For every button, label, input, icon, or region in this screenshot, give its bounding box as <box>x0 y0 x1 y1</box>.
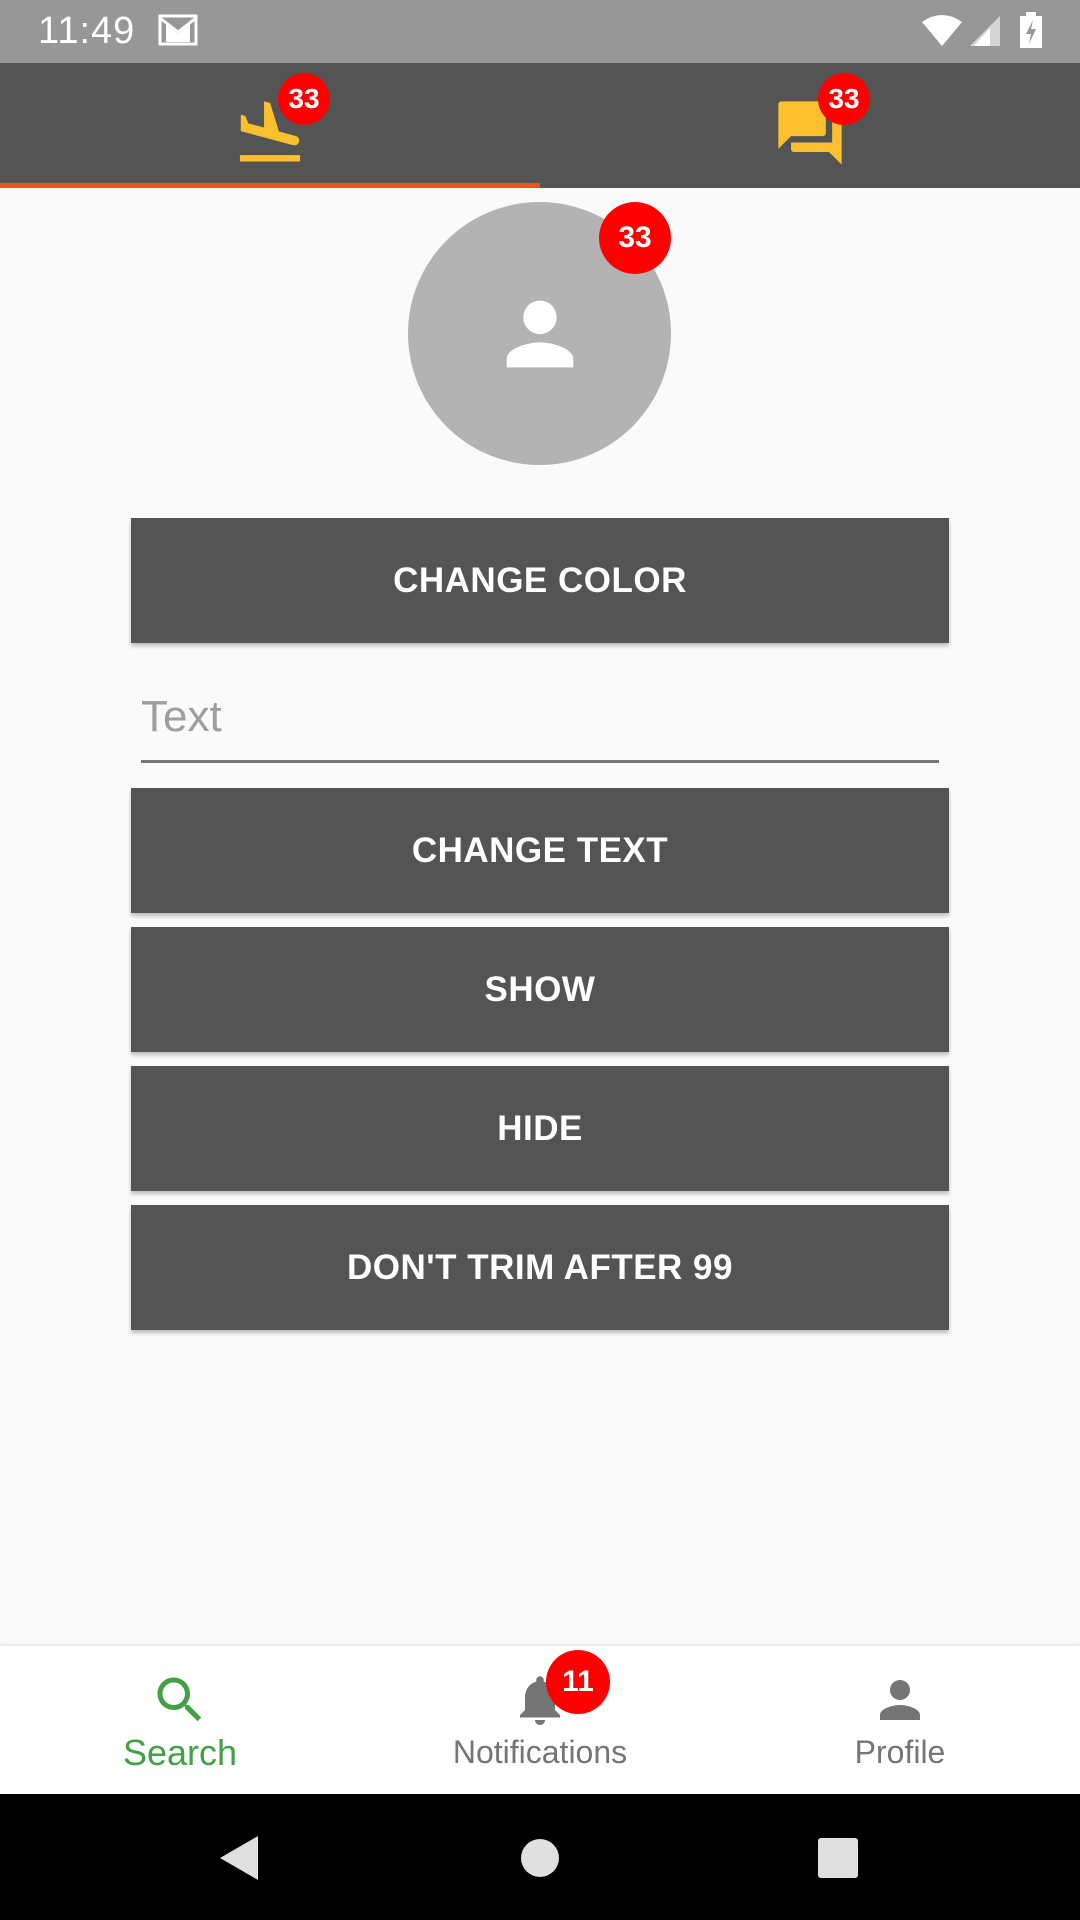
tab-flight-land[interactable]: 33 <box>0 63 540 188</box>
show-button[interactable]: SHOW <box>131 927 949 1052</box>
hide-button[interactable]: HIDE <box>131 1066 949 1191</box>
wifi-icon <box>922 15 962 46</box>
nav-item-profile[interactable]: Profile <box>720 1646 1080 1794</box>
status-time: 11:49 <box>38 10 136 52</box>
tab-badge: 33 <box>278 73 330 125</box>
avatar-badge: 33 <box>599 202 671 274</box>
search-icon <box>157 1677 202 1722</box>
nav-item-search[interactable]: Search <box>0 1646 360 1794</box>
recents-icon[interactable] <box>810 1830 866 1886</box>
person-icon <box>880 1680 920 1720</box>
nav-label-search: Search <box>122 1732 238 1773</box>
back-icon[interactable] <box>214 1830 270 1886</box>
status-bar: 11:49 <box>0 0 1080 63</box>
bottom-navigation: Search 11 Notifications Profile <box>0 1646 1080 1794</box>
notifications-badge: 11 <box>546 1650 610 1714</box>
signal-icon <box>970 16 1000 46</box>
system-navigation-bar <box>0 1794 1080 1920</box>
battery-charging-icon <box>1020 12 1042 48</box>
top-tab-bar: 33 33 <box>0 63 1080 188</box>
text-input[interactable] <box>141 680 939 763</box>
selected-tab-indicator <box>0 183 540 188</box>
gmail-icon <box>158 14 198 46</box>
tab-forum[interactable]: 33 <box>540 63 1080 188</box>
change-text-button[interactable]: CHANGE TEXT <box>131 788 949 913</box>
tab-badge: 33 <box>818 73 870 125</box>
nav-item-notifications[interactable]: 11 Notifications <box>360 1646 720 1794</box>
change-color-button[interactable]: CHANGE COLOR <box>131 518 949 643</box>
dont-trim-button[interactable]: DON'T TRIM AFTER 99 <box>131 1205 949 1330</box>
person-icon <box>506 300 574 368</box>
home-icon[interactable] <box>512 1830 568 1886</box>
nav-label-notifications: Notifications <box>452 1734 628 1770</box>
nav-label-profile: Profile <box>854 1734 946 1770</box>
